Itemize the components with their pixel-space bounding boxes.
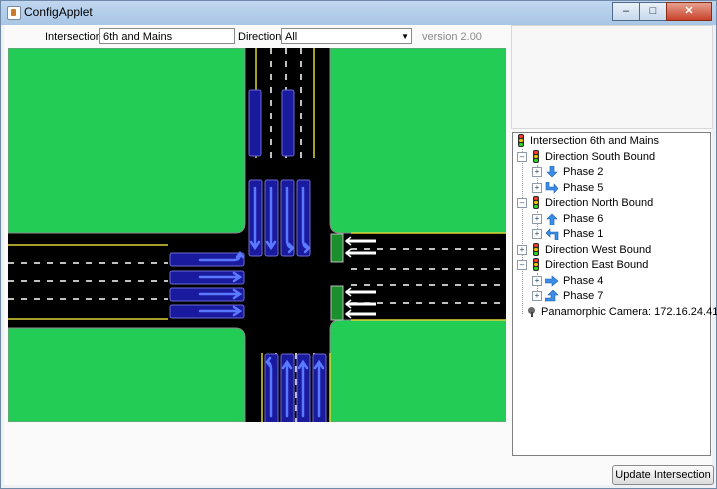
direction-label: Direction East Bound <box>545 258 649 271</box>
direction-label: Direction: <box>238 31 285 43</box>
tree-root[interactable]: Intersection 6th and Mains <box>515 133 659 148</box>
expand-icon[interactable]: + <box>532 275 542 286</box>
phase-label: Phase 5 <box>563 181 604 194</box>
expand-icon[interactable]: + <box>532 182 542 193</box>
traffic-light-icon <box>530 258 541 271</box>
tree-item-phase-7[interactable]: + Phase 7 <box>532 288 603 303</box>
intersection-label: Intersection: <box>45 31 105 43</box>
traffic-light-icon <box>530 150 541 163</box>
arrow-down-icon <box>546 165 558 177</box>
traffic-light-icon <box>530 243 541 256</box>
camera-icon <box>527 306 537 317</box>
expand-icon[interactable]: + <box>517 244 527 255</box>
arrow-right-icon <box>545 274 559 287</box>
traffic-light-icon <box>530 196 541 209</box>
expand-icon[interactable]: + <box>532 290 542 301</box>
tree-item-direction-east[interactable]: – Direction East Bound <box>517 257 648 272</box>
app-window: ConfigApplet – □ ✕ Intersection: 6th and… <box>0 0 717 489</box>
tree-item-camera[interactable]: Panamorphic Camera: 172.16.24.41 <box>527 304 717 319</box>
intersection-map[interactable] <box>8 48 506 422</box>
tree-item-phase-4[interactable]: + Phase 4 <box>532 273 603 288</box>
intersection-diagram <box>8 48 506 422</box>
tree-root-label: Intersection 6th and Mains <box>530 134 660 147</box>
expand-icon[interactable]: + <box>532 166 542 177</box>
window-title: ConfigApplet <box>24 5 93 19</box>
tree-item-phase-2[interactable]: + Phase 2 <box>532 164 603 179</box>
title-bar[interactable]: ConfigApplet – □ ✕ <box>1 1 716 25</box>
tree-item-direction-north[interactable]: – Direction North Bound <box>517 195 653 210</box>
tree-item-phase-5[interactable]: + Phase 5 <box>532 180 603 195</box>
version-label: version 2.00 <box>422 31 482 43</box>
update-intersection-button[interactable]: Update Intersection <box>612 465 714 485</box>
tree-connector <box>522 149 523 314</box>
arrow-up-icon <box>546 213 558 225</box>
direction-select-value: All <box>285 31 298 43</box>
chevron-down-icon[interactable]: ▼ <box>401 29 409 45</box>
tree-item-direction-south[interactable]: – Direction South Bound <box>517 149 655 164</box>
grass-top-left <box>8 48 246 234</box>
traffic-light-icon <box>515 134 526 147</box>
config-tree[interactable]: Intersection 6th and Mains – Direction S… <box>512 132 717 456</box>
arrow-turn-right-icon <box>545 181 559 194</box>
expand-icon[interactable]: + <box>532 213 542 224</box>
tree-item-direction-west[interactable]: + Direction West Bound <box>517 242 651 257</box>
phase-label: Phase 2 <box>563 165 604 178</box>
preview-panel <box>511 25 713 129</box>
direction-label: Direction North Bound <box>545 196 654 209</box>
phase-label: Phase 6 <box>563 212 604 225</box>
phase-label: Phase 1 <box>563 227 604 240</box>
camera-label: Panamorphic Camera: 172.16.24.41 <box>541 305 717 318</box>
tree-item-phase-1[interactable]: + Phase 1 <box>532 226 603 241</box>
intersection-input[interactable]: 6th and Mains <box>99 28 235 44</box>
collapse-icon[interactable]: – <box>517 151 527 162</box>
direction-select[interactable]: All ▼ <box>281 28 412 44</box>
phase-label: Phase 7 <box>563 289 604 302</box>
close-button[interactable]: ✕ <box>666 2 712 21</box>
minimize-button[interactable]: – <box>612 2 640 21</box>
direction-label: Direction South Bound <box>545 150 656 163</box>
java-app-icon <box>7 6 21 20</box>
direction-label: Direction West Bound <box>545 243 652 256</box>
phase-label: Phase 4 <box>563 274 604 287</box>
maximize-button[interactable]: □ <box>639 2 667 21</box>
expand-icon[interactable]: + <box>532 228 542 239</box>
collapse-icon[interactable]: – <box>517 259 527 270</box>
intersection-toolbar: Intersection: 6th and Mains Direction: A… <box>4 25 507 47</box>
grass-bottom-right <box>329 319 506 422</box>
collapse-icon[interactable]: – <box>517 197 527 208</box>
tree-item-phase-6[interactable]: + Phase 6 <box>532 211 603 226</box>
grass-top-right <box>329 48 506 234</box>
client-area: Intersection: 6th and Mains Direction: A… <box>4 25 717 485</box>
arrow-turn-up-icon <box>545 289 559 302</box>
arrow-turn-left-icon <box>545 227 559 240</box>
grass-bottom-left <box>8 327 246 422</box>
